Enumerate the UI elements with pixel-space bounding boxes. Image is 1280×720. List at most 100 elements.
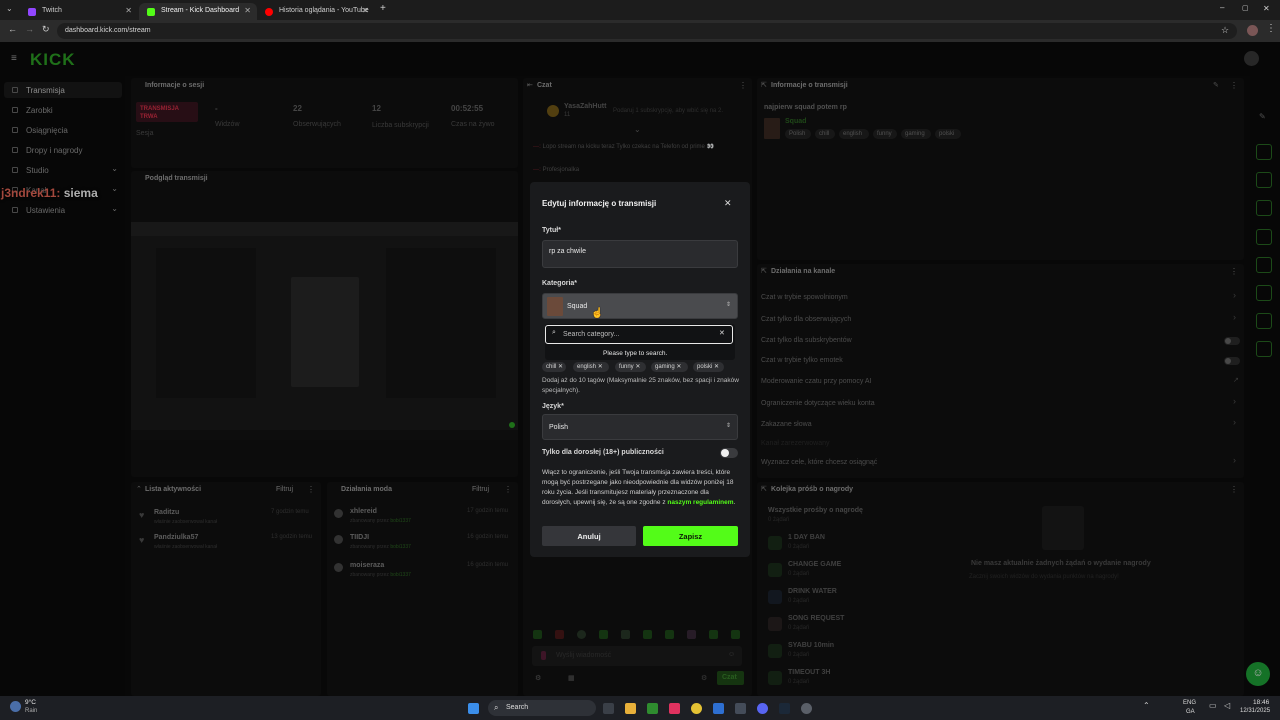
emote-icon[interactable] <box>599 630 608 639</box>
title-input[interactable]: rp za chwile <box>542 240 738 268</box>
task-view-icon[interactable] <box>603 703 614 714</box>
music-icon[interactable] <box>669 703 680 714</box>
activity-user[interactable]: Pandziulka57 <box>154 534 198 541</box>
all-rewards-label[interactable]: Wszystkie prośby o nagrodę <box>768 507 863 514</box>
reward-item[interactable]: DRINK WATER 0 żądań <box>766 587 966 609</box>
reload-icon[interactable]: ↻ <box>42 24 50 35</box>
tag-chip[interactable]: english ✕ <box>573 362 609 372</box>
vscode-icon[interactable] <box>713 703 724 714</box>
cancel-button[interactable]: Anuluj <box>542 526 636 546</box>
tab-youtube[interactable]: Historia oglądania - YouTube ✕ <box>257 3 375 20</box>
rail-chat-icon[interactable] <box>1256 229 1272 245</box>
new-tab-plus-icon[interactable]: + <box>380 3 386 14</box>
url-input[interactable]: dashboard.kick.com/stream <box>57 23 1237 39</box>
remove-tag-icon[interactable]: ✕ <box>598 364 603 370</box>
reward-item[interactable]: TIMEOUT 3H 0 żądań <box>766 668 966 690</box>
windows-start-icon[interactable] <box>468 703 479 714</box>
adult-only-toggle[interactable] <box>720 448 738 458</box>
weather-temp[interactable]: 9°C <box>25 699 36 706</box>
chat-username[interactable]: —: <box>533 167 541 173</box>
browser-menu-icon[interactable]: ⋮ <box>1266 23 1276 34</box>
rail-wrench-icon[interactable] <box>1256 313 1272 329</box>
chat-send-button[interactable]: Czat <box>717 671 744 685</box>
kick-logo[interactable]: KICK <box>30 50 76 70</box>
mod-action-user[interactable]: TIIDJI <box>350 534 369 541</box>
tab-menu-chevron-icon[interactable]: ⌄ <box>6 4 13 13</box>
sidebar-item-dropy[interactable]: Dropy i nagrody <box>4 142 122 158</box>
remove-tag-icon[interactable]: ✕ <box>676 364 681 370</box>
tab-kick-dashboard[interactable]: Stream - Kick Dashboard ✕ <box>139 3 257 20</box>
gear-icon[interactable]: ⚙ <box>701 674 707 682</box>
clear-search-icon[interactable]: ✕ <box>719 329 725 337</box>
expand-icon[interactable]: ⇱ <box>761 485 767 493</box>
close-icon[interactable]: ✕ <box>724 198 732 209</box>
emote-icon[interactable] <box>555 630 564 639</box>
chrome-icon[interactable] <box>691 703 702 714</box>
rail-tool-icon[interactable] <box>1256 172 1272 188</box>
emote-icon[interactable] <box>533 630 542 639</box>
chevron-right-icon[interactable]: › <box>1233 396 1236 406</box>
mod-actions-filter-button[interactable]: Filtruj <box>472 486 489 493</box>
sidebar-item-studio[interactable]: Studio ⌄ <box>4 162 122 178</box>
close-tab-icon[interactable]: ✕ <box>244 6 251 15</box>
sidebar-item-osiagniecia[interactable]: Osiągnięcia <box>4 122 122 138</box>
close-tab-icon[interactable]: ✕ <box>362 6 369 15</box>
tag-chip[interactable]: polski ✕ <box>693 362 724 372</box>
tag-chip[interactable]: gaming ✕ <box>651 362 688 372</box>
network-icon[interactable]: ▭ <box>1209 701 1217 710</box>
action-ai-moderation[interactable]: Moderowanie czatu przy pomocy AI <box>761 378 872 385</box>
bookmark-star-icon[interactable]: ☆ <box>1221 25 1229 36</box>
close-window-icon[interactable]: ✕ <box>1263 4 1270 13</box>
action-slow-mode[interactable]: Czat w trybie spowolnionym <box>761 294 848 301</box>
emoji-icon[interactable]: ☺ <box>728 651 735 658</box>
taskbar-search-box[interactable]: ⌕ Search <box>488 700 596 716</box>
edit-pencil-icon[interactable]: ✎ <box>1259 112 1266 121</box>
forward-icon[interactable]: → <box>25 24 34 34</box>
more-options-icon[interactable]: ⋮ <box>307 485 315 494</box>
chat-input[interactable]: Wyślij wiadomość <box>532 646 742 666</box>
chevron-right-icon[interactable]: › <box>1233 455 1236 465</box>
more-options-icon[interactable]: ⋮ <box>1230 81 1238 90</box>
chevron-right-icon[interactable]: › <box>1233 290 1236 300</box>
reward-item[interactable]: 1 DAY BAN 0 żądań <box>766 533 966 555</box>
edit-pencil-icon[interactable]: ✎ <box>1213 81 1219 89</box>
save-button[interactable]: Zapisz <box>643 526 738 546</box>
chevron-down-icon[interactable]: ⌄ <box>634 125 641 134</box>
emote-icon[interactable] <box>577 630 586 639</box>
emote-icon[interactable] <box>621 630 630 639</box>
file-explorer-icon[interactable] <box>625 703 636 714</box>
close-tab-icon[interactable]: ✕ <box>125 6 132 15</box>
mod-action-by[interactable]: bobi1337 <box>390 518 411 524</box>
action-banned-words[interactable]: Zakazane słowa <box>761 421 812 428</box>
chat-settings-icon[interactable]: ⚙ <box>535 674 541 682</box>
help-chat-bubble-icon[interactable]: ☺ <box>1246 662 1270 686</box>
back-icon[interactable]: ← <box>8 24 17 34</box>
reward-item[interactable]: SYABU 10min 0 żądań <box>766 641 966 663</box>
rail-tool-icon[interactable] <box>1256 200 1272 216</box>
user-avatar[interactable] <box>1244 51 1259 66</box>
expand-icon[interactable]: ⇱ <box>761 81 767 89</box>
emote-icon[interactable] <box>665 630 674 639</box>
store-icon[interactable] <box>735 703 746 714</box>
discord-icon[interactable] <box>757 703 768 714</box>
remove-tag-icon[interactable]: ✕ <box>635 364 640 370</box>
tag-chip[interactable]: chill ✕ <box>542 362 566 372</box>
mod-action-by[interactable]: bobi1337 <box>390 572 411 578</box>
tray-chevron-up-icon[interactable]: ⌃ <box>1143 701 1150 710</box>
xbox-icon[interactable] <box>647 703 658 714</box>
chat-collapse-icon[interactable]: ⇤ <box>527 81 533 89</box>
action-account-age[interactable]: Ograniczenie dotyczące wieku konta <box>761 400 875 407</box>
sidebar-item-transmisja[interactable]: Transmisja <box>4 82 122 98</box>
hamburger-menu-icon[interactable]: ≡ <box>11 53 17 64</box>
emote-icon[interactable] <box>731 630 740 639</box>
activity-filter-button[interactable]: Filtruj <box>276 486 293 493</box>
sidebar-item-zarobki[interactable]: Zarobki <box>4 102 122 118</box>
minimize-icon[interactable]: – <box>1220 3 1224 12</box>
more-options-icon[interactable]: ⋮ <box>1230 267 1238 276</box>
category-search-input[interactable]: Search category... <box>545 325 733 344</box>
rail-tool-icon[interactable] <box>1256 257 1272 273</box>
rail-share-icon[interactable] <box>1256 341 1272 357</box>
emote-icon[interactable] <box>643 630 652 639</box>
action-followers-only[interactable]: Czat tylko dla obserwujących <box>761 316 851 323</box>
steam-icon[interactable] <box>779 703 790 714</box>
